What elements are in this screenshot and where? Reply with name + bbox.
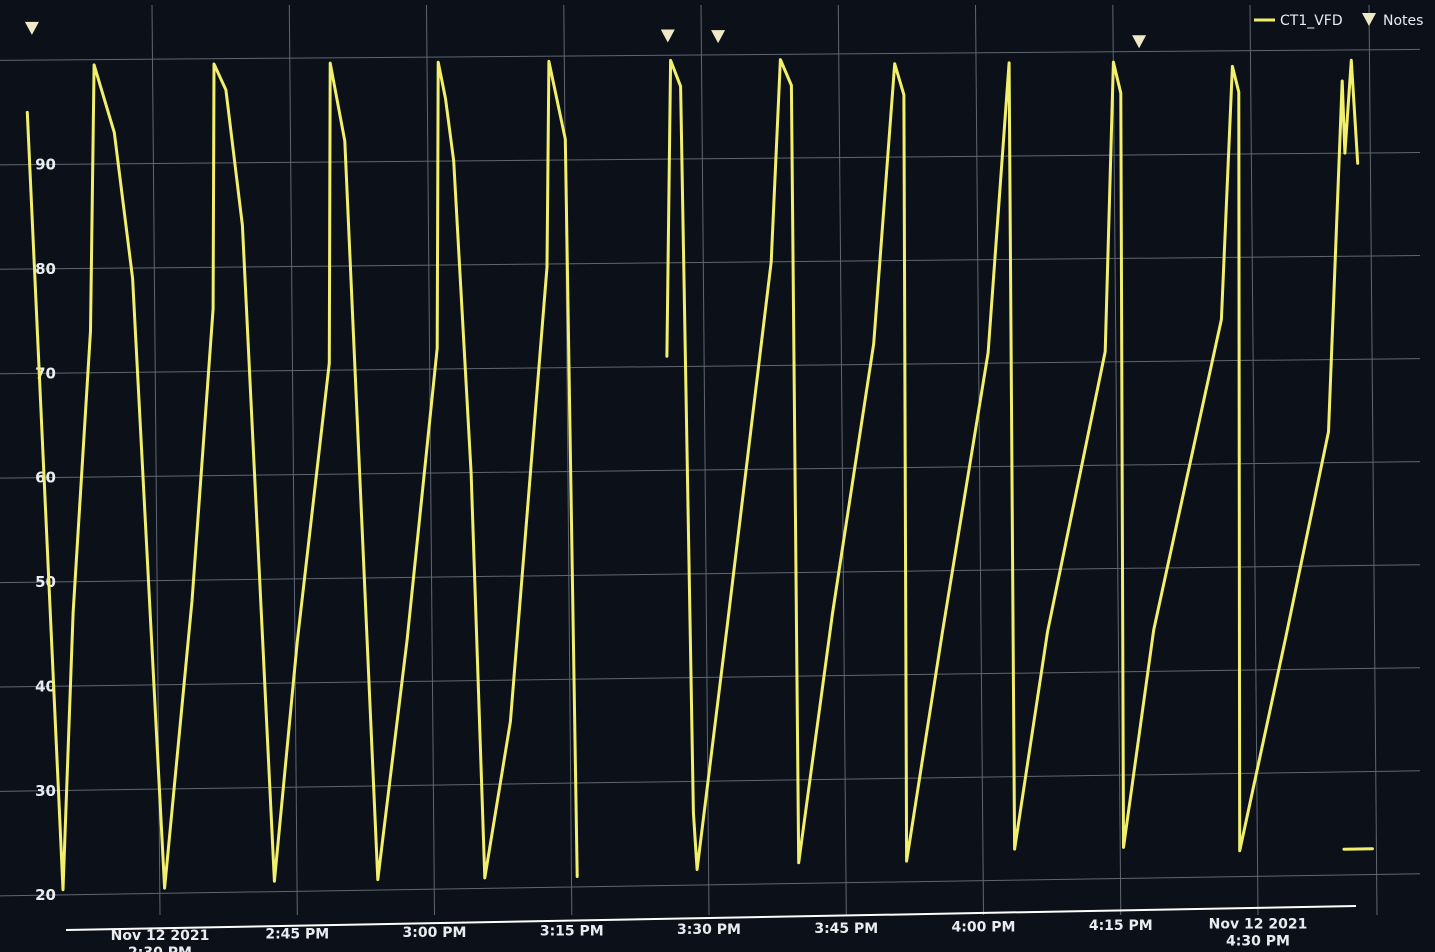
y-tick-label: 50 bbox=[35, 573, 56, 591]
x-gridline bbox=[1368, 4, 1378, 916]
y-tick-label: 30 bbox=[35, 782, 56, 800]
y-gridline bbox=[0, 564, 1421, 584]
y-gridline bbox=[0, 358, 1421, 375]
x-gridline bbox=[975, 4, 984, 916]
x-axis-tick-labels: Nov 12 20212:30 PM2:45 PM3:00 PM3:15 PM3… bbox=[111, 917, 1308, 952]
x-tick-sublabel: 4:30 PM bbox=[1226, 934, 1290, 950]
y-gridline bbox=[0, 873, 1421, 897]
legend[interactable]: CT1_VFD Notes bbox=[1254, 13, 1423, 29]
x-gridline bbox=[288, 4, 298, 916]
x-tick-label: 3:30 PM bbox=[677, 922, 741, 938]
y-tick-label: 90 bbox=[35, 156, 56, 174]
y-gridline bbox=[0, 48, 1421, 61]
y-tick-label: 80 bbox=[35, 260, 56, 278]
legend-series-label[interactable]: CT1_VFD bbox=[1280, 13, 1343, 29]
x-tick-label: 2:45 PM bbox=[265, 927, 329, 943]
legend-notes-label[interactable]: Notes bbox=[1383, 13, 1423, 29]
legend-notes-icon bbox=[1362, 13, 1376, 26]
notes-markers bbox=[24, 21, 1147, 49]
x-tick-label: 3:45 PM bbox=[814, 921, 878, 937]
note-marker bbox=[1132, 35, 1147, 49]
x-tick-label: 4:15 PM bbox=[1089, 918, 1153, 934]
y-gridline bbox=[0, 461, 1421, 479]
note-marker bbox=[24, 21, 39, 35]
x-tick-label: Nov 12 2021 bbox=[1209, 917, 1308, 933]
series-ct1-vfd bbox=[25, 58, 1374, 892]
y-tick-label: 20 bbox=[35, 886, 56, 904]
x-tick-label: 3:00 PM bbox=[403, 925, 467, 941]
x-tick-sublabel: 2:30 PM bbox=[128, 945, 192, 952]
note-marker bbox=[660, 29, 675, 43]
x-tick-label: 3:15 PM bbox=[540, 924, 604, 940]
x-gridline bbox=[426, 4, 435, 916]
chart-panel: 2030405060708090 Nov 12 20212:30 PM2:45 … bbox=[0, 0, 1435, 952]
x-gridline bbox=[837, 4, 847, 916]
vfd-trend-chart: 2030405060708090 Nov 12 20212:30 PM2:45 … bbox=[0, 4, 1423, 952]
note-marker bbox=[711, 30, 726, 44]
x-tick-label: Nov 12 2021 bbox=[111, 928, 210, 944]
y-gridline bbox=[0, 667, 1421, 688]
series-line-ct1-vfd bbox=[25, 59, 579, 892]
x-tick-label: 4:00 PM bbox=[952, 919, 1016, 935]
